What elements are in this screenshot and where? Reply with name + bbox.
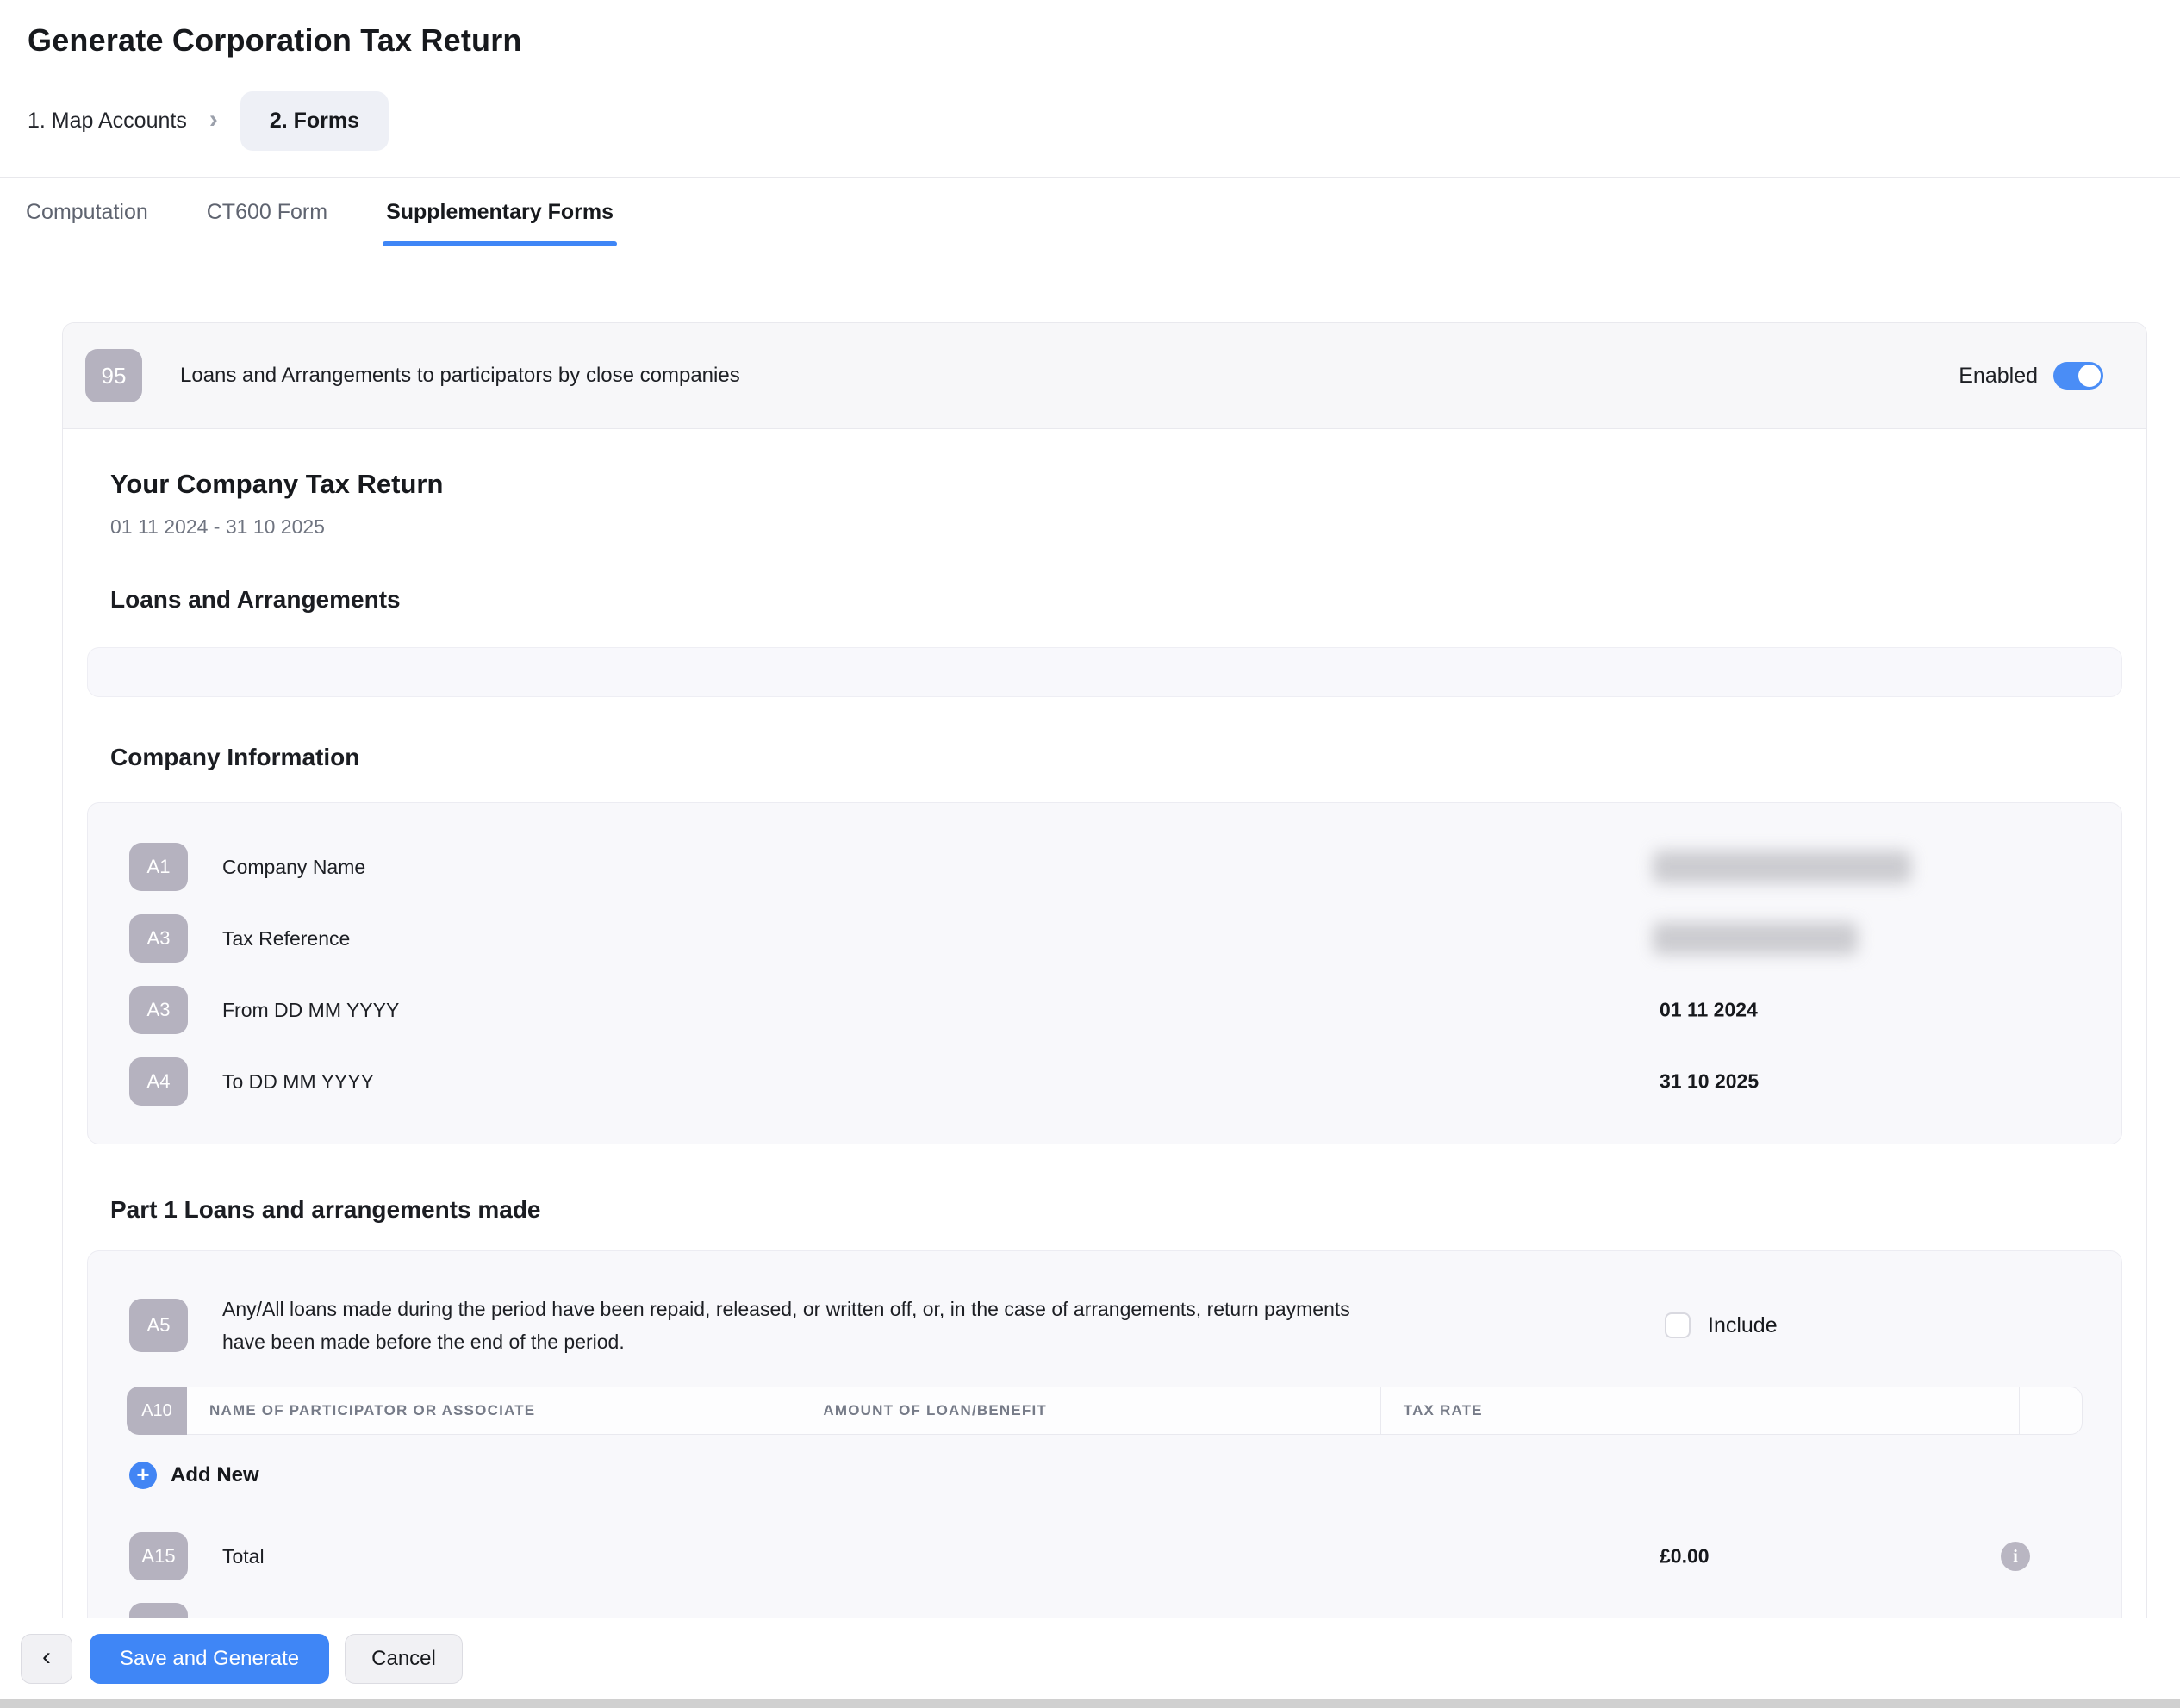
column-header-amount: AMOUNT OF LOAN/BENEFIT: [800, 1387, 1380, 1435]
add-new-button[interactable]: + Add New: [129, 1458, 2121, 1493]
plus-icon: +: [129, 1462, 157, 1489]
chevron-left-icon: ‹: [42, 1643, 51, 1672]
tax-chargeable-row: A20 Tax Chargeable £0.00: [129, 1603, 2080, 1618]
field-badge: A3: [129, 986, 188, 1034]
bottom-edge-strip: [0, 1699, 2180, 1708]
field-badge: A10: [127, 1387, 187, 1435]
toggle-knob: [2078, 365, 2101, 387]
redacted-value: [1653, 922, 1858, 955]
form-number-badge: 95: [85, 349, 142, 402]
company-info-panel: A1 Company Name A3 Tax Reference A3 From…: [87, 802, 2122, 1144]
form-tabs: Computation CT600 Form Supplementary For…: [0, 177, 2180, 246]
field-label: Company Name: [222, 856, 365, 879]
field-badge: A4: [129, 1057, 188, 1106]
field-badge: A20: [129, 1603, 188, 1618]
step-forms[interactable]: 2. Forms: [240, 91, 389, 151]
scroll-area[interactable]: 95 Loans and Arrangements to participato…: [0, 246, 2180, 1618]
generate-tax-return-page: Generate Corporation Tax Return 1. Map A…: [0, 0, 2180, 1708]
part1-title: Part 1 Loans and arrangements made: [110, 1196, 2122, 1224]
include-control: Include: [1665, 1312, 1778, 1338]
a5-row: A5 Any/All loans made during the period …: [129, 1293, 2080, 1358]
field-badge: A15: [129, 1532, 188, 1580]
form-card-title: Loans and Arrangements to participators …: [180, 364, 1959, 388]
enabled-label: Enabled: [1959, 364, 2038, 389]
field-badge: A1: [129, 843, 188, 891]
field-badge: A3: [129, 914, 188, 963]
include-checkbox[interactable]: [1665, 1312, 1691, 1338]
chevron-right-icon: ›: [209, 107, 218, 133]
company-info-title: Company Information: [110, 744, 2122, 771]
field-value: 31 10 2025: [1660, 1070, 1759, 1094]
return-title: Your Company Tax Return: [110, 469, 2122, 500]
action-bar: ‹ Save and Generate Cancel: [21, 1634, 463, 1684]
supplementary-form-card: 95 Loans and Arrangements to participato…: [62, 322, 2147, 1618]
tab-ct600-form[interactable]: CT600 Form: [203, 178, 331, 246]
field-label: Total: [222, 1545, 265, 1568]
cancel-button[interactable]: Cancel: [345, 1634, 463, 1684]
step-map-accounts[interactable]: 1. Map Accounts: [28, 109, 187, 134]
tab-supplementary-forms[interactable]: Supplementary Forms: [383, 178, 617, 246]
tax-chargeable-value: £0.00: [1660, 1616, 1710, 1618]
field-badge: A5: [129, 1299, 188, 1352]
form-card-header: 95 Loans and Arrangements to participato…: [63, 323, 2146, 429]
total-value: £0.00: [1660, 1545, 1710, 1568]
loans-section-title: Loans and Arrangements: [110, 586, 2122, 614]
field-value: 01 11 2024: [1660, 999, 1758, 1022]
page-title: Generate Corporation Tax Return: [28, 22, 2152, 59]
part1-panel: A5 Any/All loans made during the period …: [87, 1250, 2122, 1618]
redacted-value: [1653, 851, 1911, 883]
column-header-name: NAME OF PARTICIPATOR OR ASSOCIATE: [187, 1387, 800, 1435]
period-from-row: A3 From DD MM YYYY 01 11 2024: [129, 986, 2080, 1034]
field-label: To DD MM YYYY: [222, 1070, 374, 1094]
participators-table-header: A10 NAME OF PARTICIPATOR OR ASSOCIATE AM…: [127, 1387, 2083, 1435]
include-label: Include: [1708, 1313, 1778, 1338]
save-and-generate-button[interactable]: Save and Generate: [90, 1634, 329, 1684]
info-icon[interactable]: i: [2001, 1542, 2030, 1571]
field-label: From DD MM YYYY: [222, 999, 399, 1022]
back-button[interactable]: ‹: [21, 1634, 72, 1684]
add-new-label: Add New: [171, 1463, 259, 1487]
period-to-row: A4 To DD MM YYYY 31 10 2025: [129, 1057, 2080, 1106]
company-name-row: A1 Company Name: [129, 843, 2080, 891]
loans-empty-panel: [87, 647, 2122, 697]
column-header-actions: [2020, 1387, 2083, 1435]
total-row: A15 Total £0.00 i: [129, 1532, 2080, 1580]
enabled-toggle[interactable]: [2053, 362, 2103, 390]
tab-computation[interactable]: Computation: [22, 178, 152, 246]
a5-statement: Any/All loans made during the period hav…: [222, 1293, 1368, 1358]
tax-reference-row: A3 Tax Reference: [129, 914, 2080, 963]
column-header-tax-rate: TAX RATE: [1381, 1387, 2020, 1435]
field-label: Tax Chargeable: [222, 1616, 361, 1618]
enabled-control: Enabled: [1959, 362, 2103, 390]
wizard-steps: 1. Map Accounts › 2. Forms: [28, 91, 2152, 177]
form-card-body: Your Company Tax Return 01 11 2024 - 31 …: [63, 469, 2146, 1618]
page-header: Generate Corporation Tax Return 1. Map A…: [0, 0, 2180, 177]
return-period: 01 11 2024 - 31 10 2025: [110, 515, 2122, 539]
field-label: Tax Reference: [222, 927, 350, 951]
